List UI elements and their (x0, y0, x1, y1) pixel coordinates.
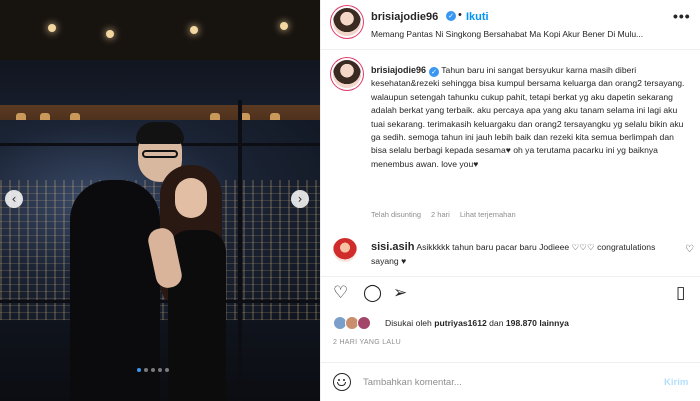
liker-avatar (357, 316, 371, 330)
post-date: 2 HARI YANG LALU (333, 339, 401, 346)
comment-input[interactable] (363, 372, 623, 392)
comment-like-icon[interactable]: ♡ (685, 244, 694, 255)
carousel-prev-button[interactable]: ‹ (5, 190, 23, 208)
follow-button[interactable]: Ikuti (466, 11, 489, 23)
carousel-dot (151, 368, 155, 372)
emoji-icon[interactable] (333, 373, 351, 391)
likes-prefix: Disukai oleh (385, 318, 432, 328)
save-bookmark-icon[interactable]: ▯ (676, 284, 685, 302)
carousel-next-button[interactable]: › (291, 190, 309, 208)
comment-text: sisi.asih Asikkkkk tahun baru pacar baru… (371, 240, 671, 268)
likes-summary: Disukai oleh putriyas1612 dan 198.870 la… (333, 316, 693, 332)
likes-user[interactable]: putriyas1612 (434, 318, 487, 328)
verified-badge-icon: ✓ (446, 11, 456, 21)
share-icon[interactable]: ➢ (393, 284, 407, 302)
action-bar: ♡ ◯ ➢ ▯ (321, 276, 700, 310)
photo-ceiling (0, 0, 320, 60)
caption-meta: Telah disunting 2 hari Lihat terjemahan (371, 210, 526, 219)
verified-badge-icon: ✓ (429, 67, 440, 77)
caption-username[interactable]: brisiajodie96 (371, 65, 426, 75)
see-translation-link[interactable]: Lihat terjemahan (460, 210, 516, 219)
comment-icon[interactable]: ◯ (363, 284, 382, 302)
post-comment-button[interactable]: Kirim (664, 377, 688, 388)
likes-text[interactable]: Disukai oleh putriyas1612 dan 198.870 la… (385, 318, 569, 328)
likes-connector: dan (489, 318, 504, 328)
post-photo[interactable]: ‹ › (0, 0, 320, 401)
likes-count[interactable]: 198.870 lainnya (506, 318, 569, 328)
more-options-icon[interactable]: ••• (673, 8, 691, 24)
edited-label: Telah disunting (371, 210, 422, 219)
author-username[interactable]: brisiajodie96 (371, 11, 438, 23)
post-header: brisiajodie96 ✓ • Ikuti Memang Pantas Ni… (321, 0, 700, 50)
carousel-dot (165, 368, 169, 372)
carousel-indicator (137, 368, 169, 372)
carousel-dot (137, 368, 141, 372)
header-separator: • (458, 9, 462, 21)
post-details-panel: brisiajodie96 ✓ • Ikuti Memang Pantas Ni… (320, 0, 700, 401)
caption-avatar[interactable] (333, 60, 361, 88)
caption-text: brisiajodie96 ✓ Tahun baru ini sangat ber… (371, 64, 689, 171)
author-avatar[interactable] (333, 8, 361, 36)
commenter-avatar[interactable] (333, 238, 357, 262)
comment-body: Asikkkkk tahun baru pacar baru Jodieee ♡… (371, 242, 656, 266)
like-icon[interactable]: ♡ (333, 284, 348, 302)
audio-subtitle[interactable]: Memang Pantas Ni Singkong Bersahabat Ma … (371, 29, 643, 39)
carousel-dot (144, 368, 148, 372)
comment-composer: Kirim (321, 362, 700, 401)
carousel-dot (158, 368, 162, 372)
caption-body: Tahun baru ini sangat bersyukur karna ma… (371, 65, 685, 169)
commenter-username[interactable]: sisi.asih (371, 241, 414, 253)
post-age: 2 hari (431, 210, 450, 219)
